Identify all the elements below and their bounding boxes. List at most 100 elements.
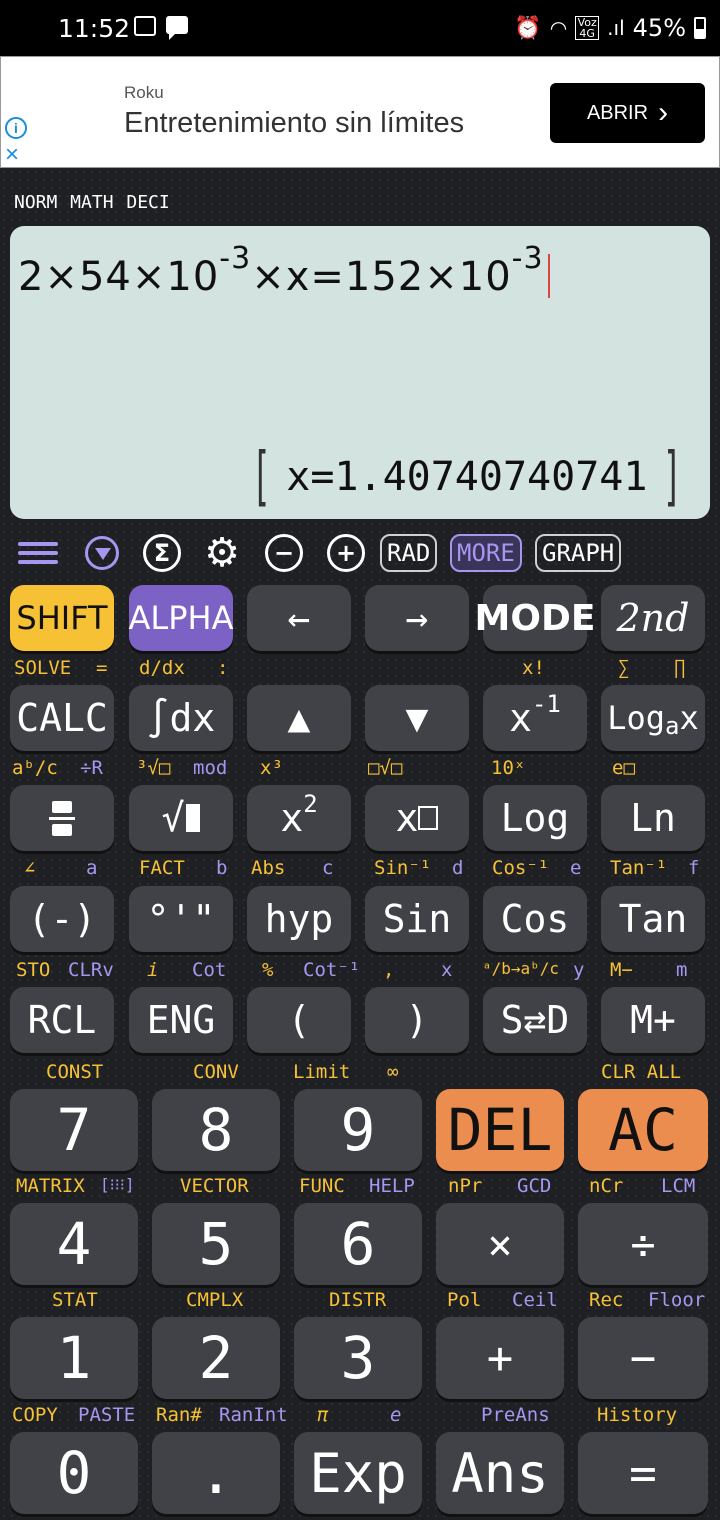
inverse-key[interactable]: x -1 <box>483 685 587 751</box>
plus-circle-icon[interactable]: + <box>324 532 368 574</box>
sigma-icon[interactable]: Σ <box>140 532 184 574</box>
label-var-y: y <box>573 959 585 981</box>
ad-open-button[interactable]: ABRIR › <box>550 83 705 143</box>
divide-key[interactable]: ÷ <box>578 1203 708 1285</box>
settings-gear-icon[interactable]: ⚙ <box>200 532 244 574</box>
negative-key[interactable]: (-) <box>10 886 114 952</box>
key-8[interactable]: 8 <box>152 1089 280 1171</box>
label-var-c: c <box>322 857 334 879</box>
key-7[interactable]: 7 <box>10 1089 138 1171</box>
label-clrv: CLRv <box>68 959 114 981</box>
calculator-display[interactable]: 2×54×10-3×x=152×10-3 [ x=1.40740740741 ] <box>10 226 710 519</box>
ad-close-icon[interactable]: × <box>5 141 19 169</box>
label-ceil: Ceil <box>512 1289 558 1311</box>
sin-key[interactable]: Sin <box>365 886 469 952</box>
label-pol: Pol <box>447 1289 482 1311</box>
log-key[interactable]: Log <box>483 785 587 851</box>
cursor-right-key[interactable]: → <box>365 585 469 651</box>
minus-circle-icon[interactable]: − <box>262 532 306 574</box>
all-clear-key[interactable]: AC <box>578 1089 708 1171</box>
label-e-power: e□ <box>612 757 635 779</box>
up-arrow-key[interactable]: ▲ <box>247 685 351 751</box>
square-key[interactable]: x2 <box>247 785 351 851</box>
ad-banner[interactable]: i × Roku Entretenimiento sin límites ABR… <box>0 56 720 168</box>
degree-minute-second-key[interactable]: °'" <box>129 886 233 952</box>
key-2[interactable]: 2 <box>152 1317 280 1399</box>
label-abs: Abs <box>251 857 286 879</box>
decimal-point-key[interactable]: . <box>152 1432 280 1514</box>
power-key[interactable]: x <box>365 785 469 851</box>
exp-key[interactable]: Exp <box>294 1432 422 1514</box>
label-m-minus: M− <box>610 959 633 981</box>
mode-key[interactable]: MODE <box>475 585 595 651</box>
label-pi: π <box>317 1404 329 1426</box>
rad-toggle[interactable]: RAD <box>380 532 438 574</box>
calc-key[interactable]: CALC <box>10 685 114 751</box>
eng-key[interactable]: ENG <box>129 987 233 1053</box>
label-vector: VECTOR <box>180 1175 249 1197</box>
label-cot: Cot <box>192 959 227 981</box>
label-euler: e <box>390 1404 402 1426</box>
label-percent: % <box>262 959 274 981</box>
battery-level: 45% <box>632 14 686 42</box>
key-0[interactable]: 0 <box>10 1432 138 1514</box>
inverse-exponent: -1 <box>531 690 561 718</box>
label-func: FUNC <box>299 1175 345 1197</box>
sqrt-key[interactable]: √ <box>129 785 233 851</box>
graph-label: GRAPH <box>535 534 622 572</box>
open-paren-key[interactable]: ( <box>247 987 351 1053</box>
ln-key[interactable]: Ln <box>601 785 705 851</box>
second-function-key[interactable]: 2nd <box>601 585 705 651</box>
label-gcd: GCD <box>517 1175 552 1197</box>
graph-button[interactable]: GRAPH <box>535 532 622 574</box>
recall-key[interactable]: RCL <box>10 987 114 1053</box>
key-5[interactable]: 5 <box>152 1203 280 1285</box>
key-9[interactable]: 9 <box>294 1089 422 1171</box>
label-paste: PASTE <box>78 1404 136 1426</box>
add-key[interactable]: + <box>436 1317 564 1399</box>
log-base-a-key[interactable]: Log a x <box>601 685 705 751</box>
expression[interactable]: 2×54×10-3×x=152×10-3 <box>18 241 550 300</box>
label-sto: STO <box>16 959 51 981</box>
alpha-key[interactable]: ALPHA <box>129 585 233 651</box>
s-to-d-key[interactable]: S⇄D <box>483 987 587 1053</box>
cos-key[interactable]: Cos <box>483 886 587 952</box>
multiply-key[interactable]: × <box>436 1203 564 1285</box>
equals-key[interactable]: = <box>578 1432 708 1514</box>
key-4[interactable]: 4 <box>10 1203 138 1285</box>
label-div-remainder: ÷R <box>80 757 103 779</box>
cursor-left-key[interactable]: ← <box>247 585 351 651</box>
premium-gem-icon[interactable] <box>80 532 124 574</box>
result-bracket-open: [ <box>251 440 271 514</box>
fraction-key[interactable] <box>10 785 114 851</box>
label-var-a: a <box>86 857 98 879</box>
subtract-key[interactable]: − <box>578 1317 708 1399</box>
mode-indicator: NORM MATH DECI <box>14 192 170 213</box>
tan-key[interactable]: Tan <box>601 886 705 952</box>
shift-key[interactable]: SHIFT <box>10 585 114 651</box>
menu-icon[interactable] <box>18 532 58 574</box>
ans-key[interactable]: Ans <box>436 1432 564 1514</box>
integral-key[interactable]: ∫dx <box>129 685 233 751</box>
m-plus-key[interactable]: M+ <box>601 987 705 1053</box>
square-exponent: 2 <box>303 790 318 818</box>
key-1[interactable]: 1 <box>10 1317 138 1399</box>
label-help: HELP <box>369 1175 415 1197</box>
label-ddx: d/dx <box>139 657 185 679</box>
message-icon <box>166 16 188 40</box>
expression-part-b: ×x=152×10 <box>251 254 512 300</box>
key-6[interactable]: 6 <box>294 1203 422 1285</box>
log-base-x: x <box>679 699 699 737</box>
ad-info-icon[interactable]: i <box>5 117 27 139</box>
more-toggle[interactable]: MORE <box>450 532 522 574</box>
hyp-key[interactable]: hyp <box>247 886 351 952</box>
more-label: MORE <box>450 534 522 572</box>
down-arrow-key[interactable]: ▼ <box>365 685 469 751</box>
battery-icon <box>694 17 706 39</box>
key-3[interactable]: 3 <box>294 1317 422 1399</box>
label-var-e: e <box>570 857 582 879</box>
delete-key[interactable]: DEL <box>436 1089 564 1171</box>
ad-headline: Entretenimiento sin límites <box>124 107 465 139</box>
label-nth-root: □√□ <box>368 757 403 779</box>
close-paren-key[interactable]: ) <box>365 987 469 1053</box>
